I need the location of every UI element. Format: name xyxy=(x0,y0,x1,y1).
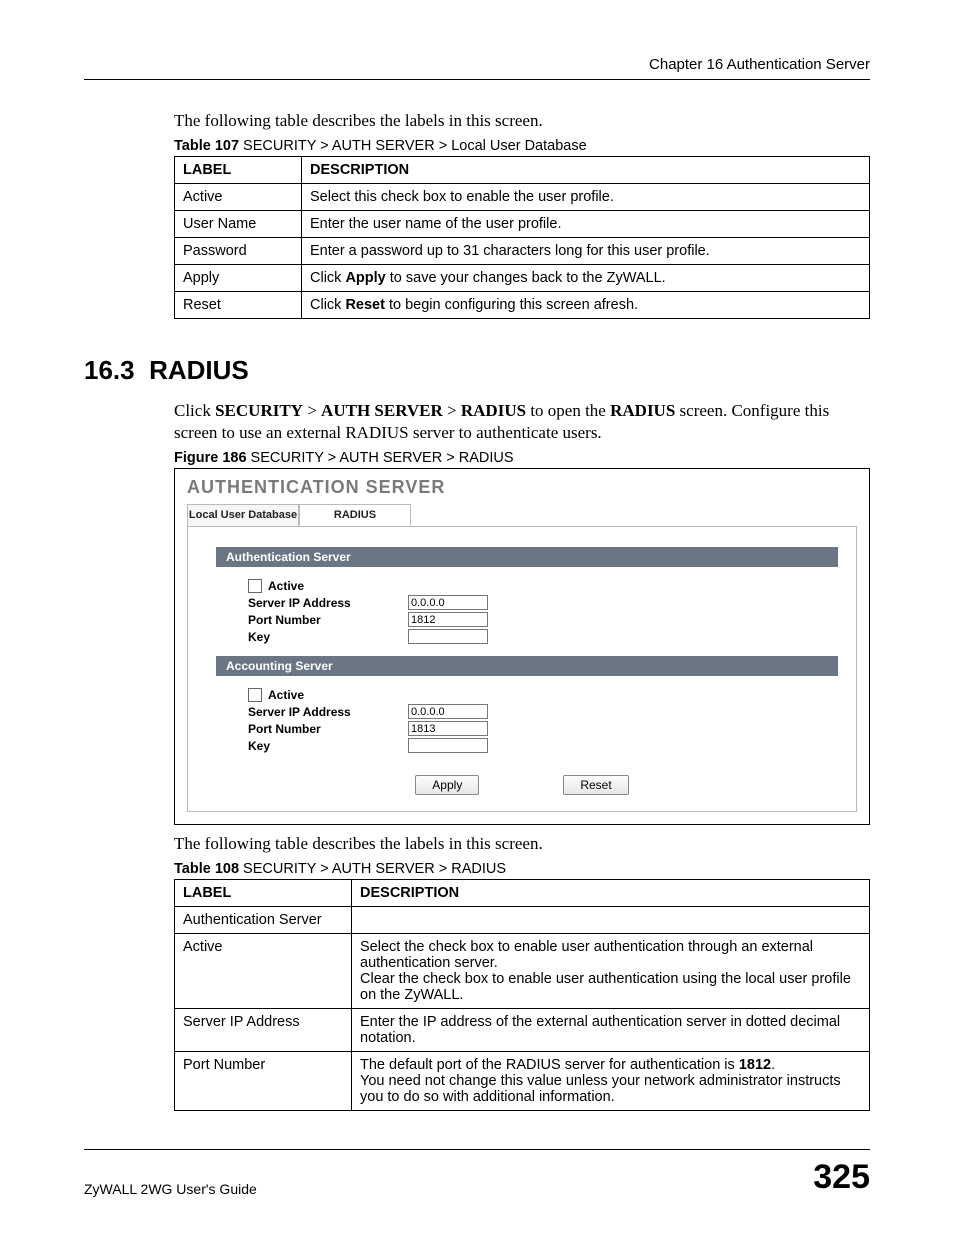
cell-label: Active xyxy=(175,184,302,211)
table-row: Apply Click Apply to save your changes b… xyxy=(175,265,870,292)
auth-active-row: Active xyxy=(248,579,838,593)
cell-desc: Click Reset to begin configuring this sc… xyxy=(302,292,870,319)
table-row: Reset Click Reset to begin configuring t… xyxy=(175,292,870,319)
section-title: RADIUS xyxy=(149,355,249,385)
acct-ip-input[interactable] xyxy=(408,704,488,719)
intro-paragraph-1: The following table describes the labels… xyxy=(174,110,870,132)
section-paragraph: Click SECURITY > AUTH SERVER > RADIUS to… xyxy=(174,400,870,444)
auth-ip-input[interactable] xyxy=(408,595,488,610)
acct-active-checkbox[interactable] xyxy=(248,688,262,702)
table-107-caption: Table 107 SECURITY > AUTH SERVER > Local… xyxy=(174,138,870,154)
acct-port-input[interactable] xyxy=(408,721,488,736)
table-row: User Name Enter the user name of the use… xyxy=(175,211,870,238)
cell-desc: Enter the user name of the user profile. xyxy=(302,211,870,238)
acct-ip-label: Server IP Address xyxy=(248,705,408,719)
table-107-caption-bold: Table 107 xyxy=(174,138,239,154)
tab-local-user-database[interactable]: Local User Database xyxy=(187,504,299,526)
table-row: Active Select this check box to enable t… xyxy=(175,184,870,211)
table-row: Active Select the check box to enable us… xyxy=(175,934,870,1009)
section-heading: 16.3 RADIUS xyxy=(84,355,870,386)
table-108-caption: Table 108 SECURITY > AUTH SERVER > RADIU… xyxy=(174,861,870,877)
footer-guide-name: ZyWALL 2WG User's Guide xyxy=(84,1181,257,1197)
cell-label: Reset xyxy=(175,292,302,319)
auth-active-checkbox[interactable] xyxy=(248,579,262,593)
auth-active-label: Active xyxy=(268,579,304,593)
acct-server-bar: Accounting Server xyxy=(216,656,838,676)
table-row: Label Description xyxy=(175,157,870,184)
auth-key-label: Key xyxy=(248,630,408,644)
cell-desc: Enter a password up to 31 characters lon… xyxy=(302,238,870,265)
table-108-head-label: Label xyxy=(175,880,352,907)
tab-radius[interactable]: RADIUS xyxy=(299,504,411,526)
cell-desc xyxy=(352,907,870,934)
radius-panel: Authentication Server Active Server IP A… xyxy=(187,526,857,812)
acct-key-label: Key xyxy=(248,739,408,753)
figure-186-caption: Figure 186 SECURITY > AUTH SERVER > RADI… xyxy=(174,450,870,466)
table-108-caption-bold: Table 108 xyxy=(174,861,239,877)
reset-button[interactable]: Reset xyxy=(563,775,628,795)
table-108-head-desc: Description xyxy=(352,880,870,907)
cell-label: Password xyxy=(175,238,302,265)
cell-desc: Select this check box to enable the user… xyxy=(302,184,870,211)
table-107-caption-rest: SECURITY > AUTH SERVER > Local User Data… xyxy=(239,138,587,154)
acct-key-input[interactable] xyxy=(408,738,488,753)
figure-186-caption-rest: SECURITY > AUTH SERVER > RADIUS xyxy=(247,450,514,466)
auth-port-input[interactable] xyxy=(408,612,488,627)
tab-row: Local User Database RADIUS xyxy=(187,504,857,526)
cell-label: Apply xyxy=(175,265,302,292)
table-108-caption-rest: SECURITY > AUTH SERVER > RADIUS xyxy=(239,861,506,877)
table-row: Label Description xyxy=(175,880,870,907)
apply-button[interactable]: Apply xyxy=(415,775,479,795)
acct-port-label: Port Number xyxy=(248,722,408,736)
figure-186: AUTHENTICATION SERVER Local User Databas… xyxy=(174,468,870,825)
table-107: Label Description Active Select this che… xyxy=(174,156,870,319)
acct-active-label: Active xyxy=(268,688,304,702)
cell-label: Server IP Address xyxy=(175,1009,352,1052)
table-107-head-label: Label xyxy=(175,157,302,184)
table-row: Server IP Address Enter the IP address o… xyxy=(175,1009,870,1052)
section-number: 16.3 xyxy=(84,355,135,385)
figure-panel-title: AUTHENTICATION SERVER xyxy=(175,469,869,500)
table-row: Port Number The default port of the RADI… xyxy=(175,1052,870,1111)
figure-186-caption-bold: Figure 186 xyxy=(174,450,247,466)
cell-label: User Name xyxy=(175,211,302,238)
table-107-head-desc: Description xyxy=(302,157,870,184)
auth-ip-label: Server IP Address xyxy=(248,596,408,610)
cell-desc: Enter the IP address of the external aut… xyxy=(352,1009,870,1052)
intro-paragraph-2: The following table describes the labels… xyxy=(174,833,870,855)
table-row: Authentication Server xyxy=(175,907,870,934)
table-row: Password Enter a password up to 31 chara… xyxy=(175,238,870,265)
chapter-header: Chapter 16 Authentication Server xyxy=(84,56,870,80)
table-108: Label Description Authentication Server … xyxy=(174,879,870,1111)
cell-desc: Click Apply to save your changes back to… xyxy=(302,265,870,292)
cell-desc: The default port of the RADIUS server fo… xyxy=(352,1052,870,1111)
cell-label: Port Number xyxy=(175,1052,352,1111)
page-footer: ZyWALL 2WG User's Guide 325 xyxy=(84,1149,870,1197)
cell-label: Authentication Server xyxy=(175,907,352,934)
cell-desc: Select the check box to enable user auth… xyxy=(352,934,870,1009)
cell-label: Active xyxy=(175,934,352,1009)
footer-page-number: 325 xyxy=(813,1158,870,1197)
auth-port-label: Port Number xyxy=(248,613,408,627)
acct-active-row: Active xyxy=(248,688,838,702)
auth-server-bar: Authentication Server xyxy=(216,547,838,567)
auth-key-input[interactable] xyxy=(408,629,488,644)
